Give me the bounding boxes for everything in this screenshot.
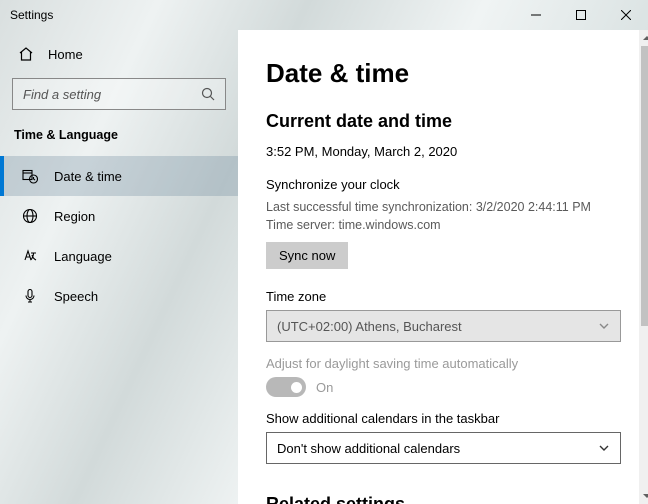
dst-state: On	[316, 380, 333, 395]
settings-window: Settings Home	[0, 0, 648, 504]
scrollbar[interactable]	[639, 30, 648, 504]
scroll-track[interactable]	[639, 46, 648, 488]
close-button[interactable]	[603, 0, 648, 30]
dst-toggle-row: On	[266, 377, 621, 397]
toggle-knob	[291, 382, 302, 393]
chevron-down-icon	[598, 320, 610, 332]
addcal-value: Don't show additional calendars	[277, 441, 460, 456]
additional-calendars-select[interactable]: Don't show additional calendars	[266, 432, 621, 464]
nav-label: Region	[54, 209, 95, 224]
sidebar: Home Time & Language	[0, 30, 238, 504]
sync-now-button[interactable]: Sync now	[266, 242, 348, 269]
addcal-label: Show additional calendars in the taskbar	[266, 411, 621, 426]
related-settings-heading: Related settings	[266, 494, 621, 504]
window-title: Settings	[10, 8, 53, 22]
scroll-thumb[interactable]	[641, 46, 648, 326]
search-icon	[201, 87, 215, 101]
timezone-value: (UTC+02:00) Athens, Bucharest	[277, 319, 462, 334]
search-input[interactable]	[12, 78, 226, 110]
dst-toggle[interactable]	[266, 377, 306, 397]
maximize-button[interactable]	[558, 0, 603, 30]
section-title: Time & Language	[0, 122, 238, 156]
language-icon	[22, 248, 38, 264]
nav-date-time[interactable]: Date & time	[0, 156, 238, 196]
current-datetime-heading: Current date and time	[266, 111, 621, 132]
nav-speech[interactable]: Speech	[0, 276, 238, 316]
clock-calendar-icon	[22, 168, 38, 184]
scroll-down-button[interactable]	[639, 488, 648, 504]
window-buttons	[513, 0, 648, 30]
home-label: Home	[48, 47, 83, 62]
globe-icon	[22, 208, 38, 224]
search-container	[0, 70, 238, 122]
current-datetime-value: 3:52 PM, Monday, March 2, 2020	[266, 144, 621, 159]
main-panel: Date & time Current date and time 3:52 P…	[238, 30, 648, 504]
nav-label: Date & time	[54, 169, 122, 184]
body: Home Time & Language	[0, 30, 648, 504]
microphone-icon	[22, 288, 38, 304]
nav-language[interactable]: Language	[0, 236, 238, 276]
home-button[interactable]: Home	[0, 38, 238, 70]
minimize-button[interactable]	[513, 0, 558, 30]
sync-last: Last successful time synchronization: 3/…	[266, 198, 621, 216]
chevron-down-icon	[598, 442, 610, 454]
timezone-heading: Time zone	[266, 289, 621, 304]
nav-region[interactable]: Region	[0, 196, 238, 236]
nav-label: Language	[54, 249, 112, 264]
timezone-select[interactable]: (UTC+02:00) Athens, Bucharest	[266, 310, 621, 342]
home-icon	[18, 46, 34, 62]
page-title: Date & time	[266, 58, 621, 89]
scroll-up-button[interactable]	[639, 30, 648, 46]
search-field[interactable]	[23, 87, 201, 102]
titlebar: Settings	[0, 0, 648, 30]
sync-heading: Synchronize your clock	[266, 177, 621, 192]
dst-label: Adjust for daylight saving time automati…	[266, 356, 621, 371]
nav-label: Speech	[54, 289, 98, 304]
content: Date & time Current date and time 3:52 P…	[238, 30, 639, 504]
sync-server: Time server: time.windows.com	[266, 216, 621, 234]
